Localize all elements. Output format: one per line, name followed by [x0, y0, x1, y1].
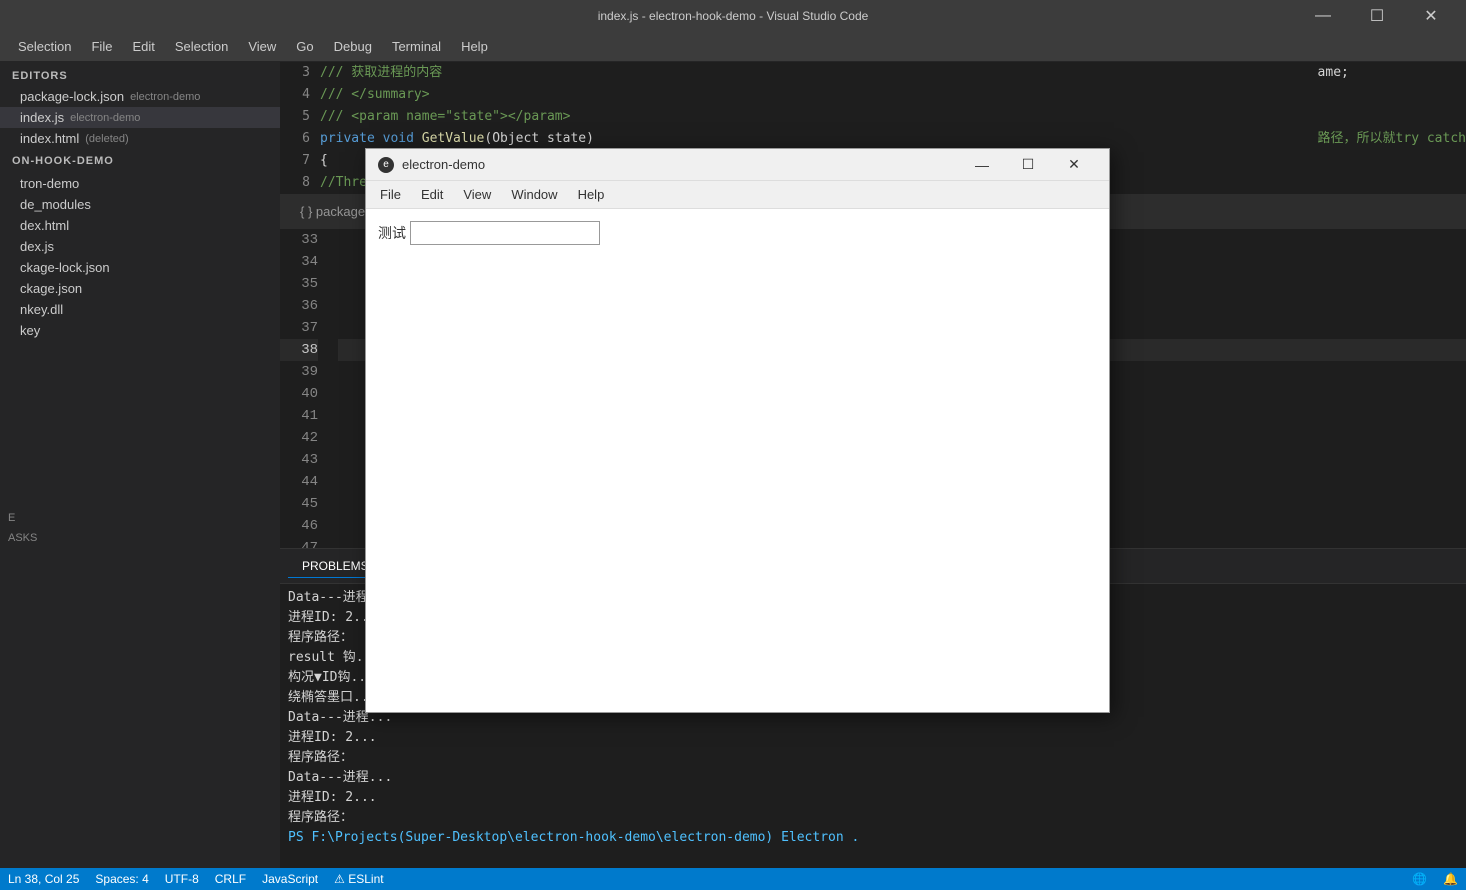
minimize-button[interactable]: — [1300, 0, 1346, 32]
sidebar-file-list: package-lock.json electron-demo index.js… [0, 86, 280, 868]
file-name: key [20, 323, 40, 338]
sidebar-bottom-asks: ASKS [0, 528, 45, 548]
sidebar-item-dex-js[interactable]: dex.js [0, 236, 280, 257]
terminal-line: Data---进程... [288, 768, 1458, 788]
electron-text-input[interactable] [410, 221, 600, 245]
file-badge: electron-demo [130, 91, 200, 103]
right-code-fragment: ame; 路径，所以就try catch [1310, 62, 1466, 194]
file-badge: (deleted) [85, 133, 128, 145]
vscode-menubar: Selection File Edit Selection View Go De… [0, 32, 1466, 62]
electron-content: 测试 [366, 209, 1109, 712]
sidebar-group-title: ON-HOOK-DEMO [0, 149, 280, 173]
sidebar-item-index-html[interactable]: index.html (deleted) [0, 128, 280, 149]
sidebar-item-dex-html[interactable]: dex.html [0, 215, 280, 236]
electron-menu-view[interactable]: View [453, 184, 501, 205]
sidebar: EDITORS package-lock.json electron-demo … [0, 62, 280, 868]
file-name: de_modules [20, 197, 91, 212]
terminal-line: 程序路径： [288, 808, 1458, 828]
sidebar-item-ckage-lock[interactable]: ckage-lock.json [0, 257, 280, 278]
menu-selection2[interactable]: Selection [165, 35, 238, 58]
file-name: nkey.dll [20, 302, 63, 317]
sidebar-bottom-ie: E [0, 508, 23, 528]
status-globe-icon[interactable]: 🌐 [1412, 872, 1427, 886]
file-badge: electron-demo [70, 112, 140, 124]
status-position[interactable]: Ln 38, Col 25 [8, 872, 79, 886]
vscode-title: index.js - electron-hook-demo - Visual S… [598, 9, 869, 23]
sidebar-item-key[interactable]: key [0, 320, 280, 341]
menu-help[interactable]: Help [451, 35, 498, 58]
editors-section-title: EDITORS [0, 62, 280, 86]
sidebar-item-tron-demo[interactable]: tron-demo [0, 173, 280, 194]
sidebar-item-package-lock[interactable]: package-lock.json electron-demo [0, 86, 280, 107]
file-name: dex.html [20, 218, 69, 233]
electron-app-icon: e [378, 157, 394, 173]
menu-debug[interactable]: Debug [324, 35, 382, 58]
line-numbers: 33 34 35 36 37 38 39 40 41 42 43 44 45 4… [280, 229, 330, 548]
status-spaces[interactable]: Spaces: 4 [95, 872, 148, 886]
electron-menu-help[interactable]: Help [568, 184, 615, 205]
menu-go[interactable]: Go [286, 35, 323, 58]
sidebar-item-nkey-dll[interactable]: nkey.dll [0, 299, 280, 320]
electron-app-window: e electron-demo — ☐ ✕ File Edit View Win… [365, 148, 1110, 713]
file-name: index.js [20, 110, 64, 125]
sidebar-item-de-modules[interactable]: de_modules [0, 194, 280, 215]
vscode-titlebar: index.js - electron-hook-demo - Visual S… [0, 0, 1466, 32]
electron-maximize-btn[interactable]: ☐ [1005, 150, 1051, 180]
terminal-line: 进程ID: 2... [288, 728, 1458, 748]
electron-title-controls: — ☐ ✕ [959, 150, 1097, 180]
status-line-ending[interactable]: CRLF [215, 872, 246, 886]
electron-minimize-btn[interactable]: — [959, 150, 1005, 180]
status-encoding[interactable]: UTF-8 [165, 872, 199, 886]
electron-titlebar: e electron-demo — ☐ ✕ [366, 149, 1109, 181]
status-bar: Ln 38, Col 25 Spaces: 4 UTF-8 CRLF JavaS… [0, 868, 1466, 890]
file-name: package-lock.json [20, 89, 124, 104]
menu-edit[interactable]: Edit [122, 35, 164, 58]
file-name: index.html [20, 131, 79, 146]
terminal-line: PS F:\Projects(Super-Desktop\electron-ho… [288, 828, 1458, 848]
electron-menu-window[interactable]: Window [501, 184, 567, 205]
sidebar-item-index-js[interactable]: index.js electron-demo [0, 107, 280, 128]
menu-file[interactable]: File [81, 35, 122, 58]
file-name: dex.js [20, 239, 54, 254]
status-right: 🌐 🔔 [1412, 872, 1458, 886]
menu-selection[interactable]: Selection [8, 35, 81, 58]
title-controls: — ☐ ✕ [1300, 0, 1454, 32]
electron-menu-file[interactable]: File [370, 184, 411, 205]
file-name: ckage.json [20, 281, 82, 296]
status-lint[interactable]: ⚠ ESLint [334, 872, 383, 886]
electron-close-btn[interactable]: ✕ [1051, 150, 1097, 180]
maximize-button[interactable]: ☐ [1354, 0, 1400, 32]
menu-terminal[interactable]: Terminal [382, 35, 451, 58]
electron-menu-edit[interactable]: Edit [411, 184, 453, 205]
terminal-line: 进程ID: 2... [288, 788, 1458, 808]
sidebar-item-ckage-json[interactable]: ckage.json [0, 278, 280, 299]
file-name: ckage-lock.json [20, 260, 110, 275]
status-language[interactable]: JavaScript [262, 872, 318, 886]
electron-menubar: File Edit View Window Help [366, 181, 1109, 209]
terminal-line: 程序路径： [288, 748, 1458, 768]
terminal-line [288, 848, 1458, 868]
electron-input-label: 测试 [378, 223, 406, 243]
file-name: tron-demo [20, 176, 79, 191]
close-button[interactable]: ✕ [1408, 0, 1454, 32]
electron-input-area: 测试 [378, 221, 1097, 245]
status-bell-icon[interactable]: 🔔 [1443, 872, 1458, 886]
menu-view[interactable]: View [238, 35, 286, 58]
top-line-numbers: 345678 [280, 62, 320, 194]
electron-app-title: electron-demo [402, 157, 959, 172]
